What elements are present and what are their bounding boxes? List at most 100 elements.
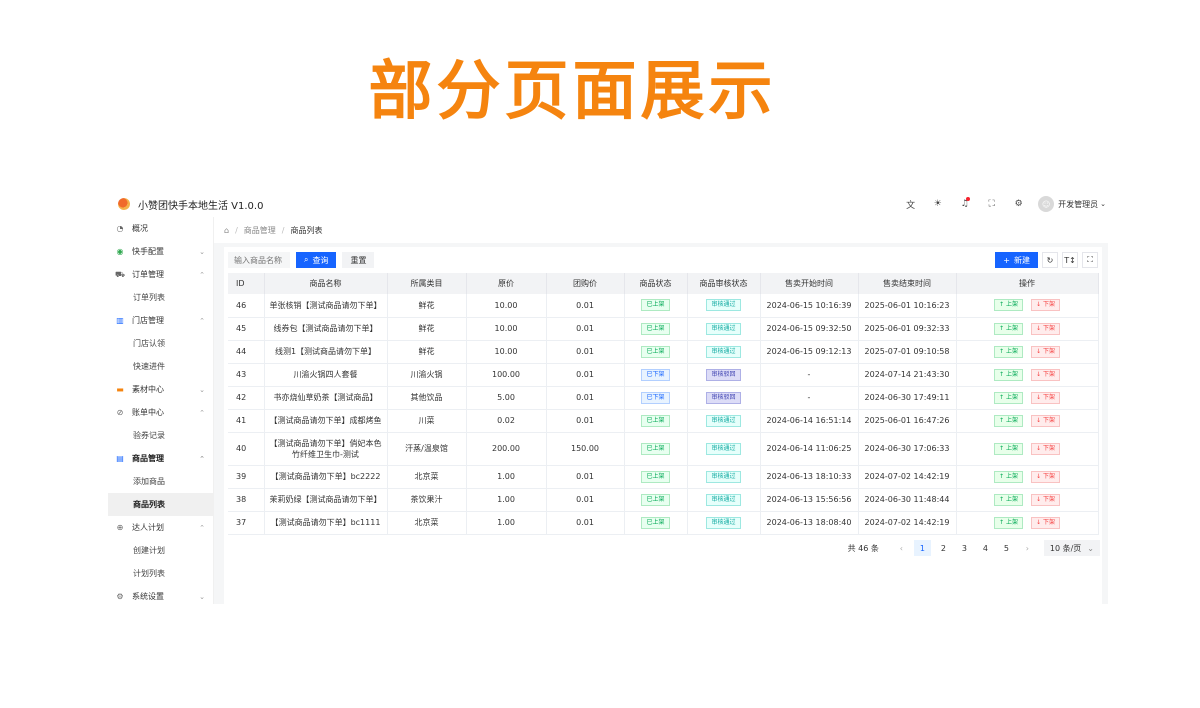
cell-price: 10.00 [466,317,547,341]
pagination: 共 46 条 ‹ 1 2 3 4 5 › 10 条/页 ⌄ [848,540,1100,556]
translate-icon[interactable]: 文 [897,198,924,211]
notification-dot [966,197,971,201]
cell-sale-end: 2025-06-01 10:16:23 [858,294,957,318]
bell-icon[interactable]: ♫ [951,197,978,209]
app-title: 小赞团快手本地生活 V1.0.0 [138,200,264,212]
arrow-up-icon: ↑ [999,472,1006,480]
cell-sale-start: 2024-06-13 18:10:33 [760,465,859,489]
column-header: 所属类目 [387,273,467,294]
list-down-button[interactable]: ↓ 下架 [1031,493,1060,506]
arrow-down-icon: ↓ [1036,495,1043,503]
sidebar-subitem[interactable]: 商品列表 [108,493,213,516]
next-page-button[interactable]: › [1019,540,1036,556]
cell-actions: ↑ 上架 ↓ 下架 [956,511,1099,535]
cell-sale-start: 2024-06-13 18:08:40 [760,511,859,535]
prev-page-button[interactable]: ‹ [893,540,910,556]
list-down-button[interactable]: ↓ 下架 [1031,322,1060,335]
cell-id: 42 [228,386,265,410]
sidebar-subitem[interactable]: 创建计划 [108,539,213,562]
brand: 小赞团快手本地生活 V1.0.0 [108,197,263,212]
cell-id: 44 [228,340,265,364]
cell-name: 线测1【测试商品请勿下单】 [264,340,388,364]
list-up-button[interactable]: ↑ 上架 [994,493,1023,506]
theme-icon[interactable]: ☀ [924,199,951,209]
sidebar-subitem[interactable]: 订单列表 [108,286,213,309]
refresh-icon[interactable]: ↻ [1042,252,1058,268]
fullscreen-icon[interactable]: ⛶ [978,199,1005,209]
kuaishou-icon: ◉ [116,247,124,256]
list-down-button[interactable]: ↓ 下架 [1031,470,1060,483]
sidebar-item[interactable]: ▥ 门店管理 ⌃ [108,309,213,332]
breadcrumb-level1[interactable]: 商品管理 [244,225,276,236]
cell-actions: ↑ 上架 ↓ 下架 [956,386,1099,410]
user-menu[interactable]: ☺ 开发管理员 ⌄ [1032,196,1108,212]
sidebar-item[interactable]: ⊕ 达人计划 ⌃ [108,516,213,539]
list-up-button[interactable]: ↑ 上架 [994,470,1023,483]
sidebar-item-label: 门店管理 [132,316,164,325]
cell-price: 1.00 [466,465,547,489]
toolbar: ⌕ 查询 重置 + 新建 ↻ T↕ ⛶ [224,247,1102,273]
list-down-button[interactable]: ↓ 下架 [1031,414,1060,427]
page-button[interactable]: 3 [956,540,973,556]
density-icon[interactable]: T↕ [1062,252,1078,268]
bill-icon: ⊘ [116,408,124,417]
chevron-down-icon: ⌄ [1087,543,1094,553]
arrow-up-icon: ↑ [999,370,1006,378]
sidebar-item[interactable]: ⛟ 订单管理 ⌃ [108,263,213,286]
audit-badge: 审核通过 [706,470,741,483]
sidebar-item[interactable]: ◉ 快手配置 ⌄ [108,240,213,263]
arrow-up-icon: ↑ [999,347,1006,355]
sidebar-item[interactable]: ◔ 概况 [108,217,213,240]
sidebar-subitem[interactable]: 门店认领 [108,332,213,355]
list-up-button[interactable]: ↑ 上架 [994,391,1023,404]
list-up-button[interactable]: ↑ 上架 [994,442,1023,455]
cell-name: 书亦烧仙草奶茶【测试商品】 [264,386,388,410]
page-button[interactable]: 2 [935,540,952,556]
list-down-button[interactable]: ↓ 下架 [1031,516,1060,529]
audit-badge: 审核通过 [706,299,741,312]
list-up-button[interactable]: ↑ 上架 [994,322,1023,335]
new-button[interactable]: + 新建 [995,252,1038,268]
page-size-select[interactable]: 10 条/页 ⌄ [1043,540,1100,556]
arrow-down-icon: ↓ [1036,444,1043,452]
column-header: 售卖开始时间 [760,273,859,294]
list-up-button[interactable]: ↑ 上架 [994,516,1023,529]
sidebar-item[interactable]: ⊘ 账单中心 ⌃ [108,401,213,424]
chevron-icon: ⌃ [199,270,205,279]
cell-name: 【测试商品请勿下单】bc1111 [264,511,388,535]
chevron-icon: ⌄ [199,592,205,601]
sidebar-subitem[interactable]: 快速进件 [108,355,213,378]
page-button[interactable]: 4 [977,540,994,556]
list-up-button[interactable]: ↑ 上架 [994,414,1023,427]
query-button[interactable]: ⌕ 查询 [296,252,337,268]
list-down-button[interactable]: ↓ 下架 [1031,299,1060,312]
cell-price: 100.00 [466,363,547,387]
column-settings-icon[interactable]: ⛶ [1082,252,1098,268]
page-button[interactable]: 5 [998,540,1015,556]
talent-icon: ⊕ [116,523,124,532]
list-down-button[interactable]: ↓ 下架 [1031,442,1060,455]
home-icon[interactable]: ⌂ [224,226,229,235]
list-down-button[interactable]: ↓ 下架 [1031,368,1060,381]
sidebar-subitem[interactable]: 计划列表 [108,562,213,585]
sidebar-item[interactable]: ⚙ 系统设置 ⌄ [108,585,213,604]
reset-button[interactable]: 重置 [342,252,375,268]
sidebar-subitem[interactable]: 添加商品 [108,470,213,493]
cell-price: 0.02 [466,409,547,433]
list-down-button[interactable]: ↓ 下架 [1031,345,1060,358]
sidebar-item-label: 门店认领 [133,339,165,348]
list-up-button[interactable]: ↑ 上架 [994,345,1023,358]
search-input[interactable] [228,252,290,268]
list-up-button[interactable]: ↑ 上架 [994,368,1023,381]
cell-sale-start: - [760,386,859,410]
list-down-button[interactable]: ↓ 下架 [1031,391,1060,404]
page-button[interactable]: 1 [913,540,931,556]
table-row: 41 【测试商品请勿下单】成都烤鱼 川菜 0.02 0.01 已上架 审核通过 2024-06… [228,409,1099,433]
list-up-button[interactable]: ↑ 上架 [994,299,1023,312]
sidebar-subitem[interactable]: 验券记录 [108,424,213,447]
settings-icon[interactable]: ⚙ [1005,199,1032,209]
sidebar-item[interactable]: ▤ 商品管理 ⌃ [108,447,213,470]
sidebar-item[interactable]: ▬ 素材中心 ⌄ [108,378,213,401]
arrow-up-icon: ↑ [999,444,1006,452]
cell-group-price: 0.01 [546,511,625,535]
